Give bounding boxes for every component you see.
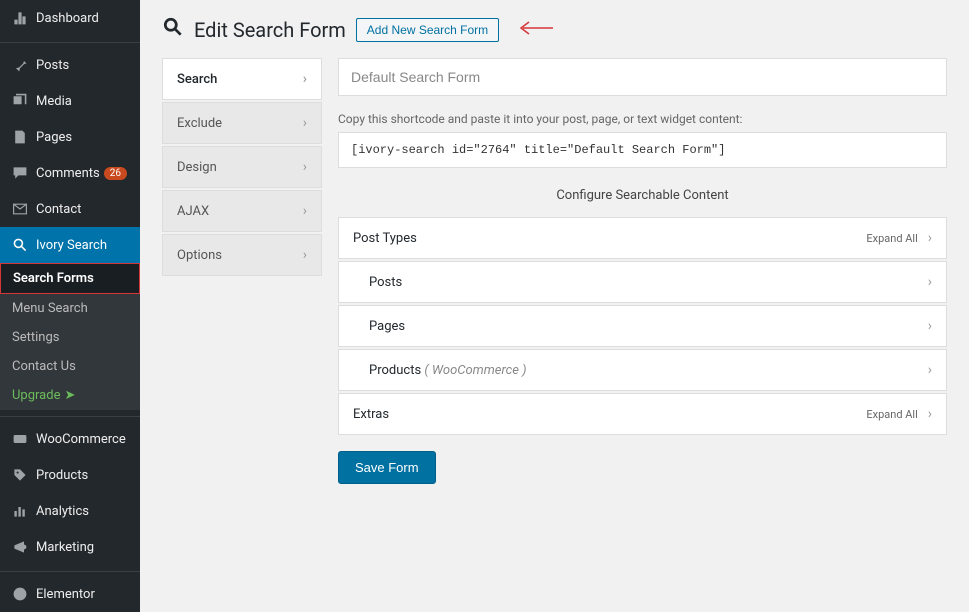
search-icon — [162, 16, 184, 44]
tab-options[interactable]: Options› — [162, 234, 322, 276]
sidebar-label: Contact — [36, 202, 81, 217]
sidebar-label: Posts — [36, 58, 69, 73]
search-icon — [10, 235, 30, 255]
sidebar-item-contact[interactable]: Contact — [0, 191, 140, 227]
sidebar-item-dashboard[interactable]: Dashboard — [0, 0, 140, 36]
accordion-posts[interactable]: Posts › — [338, 261, 947, 303]
pointer-arrow-icon — [517, 18, 553, 43]
submenu-upgrade[interactable]: Upgrade➤ — [0, 381, 140, 410]
ivory-search-submenu: Search Forms Menu Search Settings Contac… — [0, 263, 140, 410]
expand-all-link[interactable]: Expand All — [866, 408, 917, 421]
tab-ajax[interactable]: AJAX› — [162, 190, 322, 232]
chevron-right-icon: › — [928, 274, 932, 290]
shortcode-helper: Copy this shortcode and paste it into yo… — [338, 112, 947, 126]
sidebar-item-analytics[interactable]: Analytics — [0, 493, 140, 529]
accordion-post-types[interactable]: Post Types Expand All › — [338, 217, 947, 259]
chevron-right-icon: › — [303, 71, 307, 87]
chevron-right-icon: › — [303, 159, 307, 175]
chevron-right-icon: › — [303, 247, 307, 263]
chevron-right-icon: › — [928, 362, 932, 378]
sidebar-item-comments[interactable]: Comments 26 — [0, 155, 140, 191]
chevron-right-icon: › — [928, 406, 932, 422]
arrow-icon: ➤ — [64, 388, 75, 403]
shortcode-box[interactable]: [ivory-search id="2764" title="Default S… — [338, 132, 947, 168]
sidebar-label: WooCommerce — [36, 432, 126, 447]
sidebar-item-ivory-search[interactable]: Ivory Search — [0, 227, 140, 263]
sidebar-item-media[interactable]: Media — [0, 83, 140, 119]
tab-design[interactable]: Design› — [162, 146, 322, 188]
add-new-search-form-button[interactable]: Add New Search Form — [356, 18, 499, 42]
marketing-icon — [10, 537, 30, 557]
sidebar-item-elementor[interactable]: Elementor — [0, 571, 140, 612]
sidebar-item-woocommerce[interactable]: WooCommerce — [0, 416, 140, 457]
page-header: Edit Search Form Add New Search Form — [162, 16, 947, 44]
dashboard-icon — [10, 8, 30, 28]
sidebar-label: Dashboard — [36, 11, 99, 26]
page-title: Edit Search Form — [194, 18, 346, 42]
media-icon — [10, 91, 30, 111]
section-title: Configure Searchable Content — [338, 188, 947, 203]
tab-search[interactable]: Search› — [162, 58, 322, 100]
pin-icon — [10, 55, 30, 75]
sidebar-label: Media — [36, 94, 72, 109]
settings-tabs: Search› Exclude› Design› AJAX› Options› — [162, 58, 322, 484]
tab-exclude[interactable]: Exclude› — [162, 102, 322, 144]
sidebar-item-posts[interactable]: Posts — [0, 42, 140, 83]
comments-badge: 26 — [104, 167, 127, 180]
sidebar-label: Elementor — [36, 587, 95, 602]
admin-sidebar: Dashboard Posts Media Pages Comments 26 … — [0, 0, 140, 612]
accordion-extras[interactable]: Extras Expand All › — [338, 393, 947, 435]
submenu-search-forms[interactable]: Search Forms — [0, 263, 140, 294]
chevron-right-icon: › — [928, 230, 932, 246]
elementor-icon — [10, 584, 30, 604]
sidebar-item-pages[interactable]: Pages — [0, 119, 140, 155]
contact-icon — [10, 199, 30, 219]
sidebar-label: Pages — [36, 130, 72, 145]
accordion-pages[interactable]: Pages › — [338, 305, 947, 347]
sidebar-item-products[interactable]: Products — [0, 457, 140, 493]
submenu-contact-us[interactable]: Contact Us — [0, 352, 140, 381]
tab-content: Copy this shortcode and paste it into yo… — [338, 58, 947, 484]
woo-icon — [10, 429, 30, 449]
accordion-products[interactable]: Products ( WooCommerce ) › — [338, 349, 947, 391]
form-title-input[interactable] — [338, 58, 947, 96]
chevron-right-icon: › — [303, 115, 307, 131]
main-content: Edit Search Form Add New Search Form Sea… — [140, 0, 969, 612]
pages-icon — [10, 127, 30, 147]
sidebar-label: Marketing — [36, 540, 94, 555]
comment-icon — [10, 163, 30, 183]
chevron-right-icon: › — [303, 203, 307, 219]
analytics-icon — [10, 501, 30, 521]
chevron-right-icon: › — [928, 318, 932, 334]
sidebar-label: Products — [36, 468, 88, 483]
expand-all-link[interactable]: Expand All — [866, 232, 917, 245]
sidebar-item-marketing[interactable]: Marketing — [0, 529, 140, 565]
product-icon — [10, 465, 30, 485]
save-form-button[interactable]: Save Form — [338, 451, 436, 484]
sidebar-label: Ivory Search — [36, 238, 107, 253]
submenu-settings[interactable]: Settings — [0, 323, 140, 352]
sidebar-label: Comments — [36, 166, 100, 181]
submenu-menu-search[interactable]: Menu Search — [0, 294, 140, 323]
